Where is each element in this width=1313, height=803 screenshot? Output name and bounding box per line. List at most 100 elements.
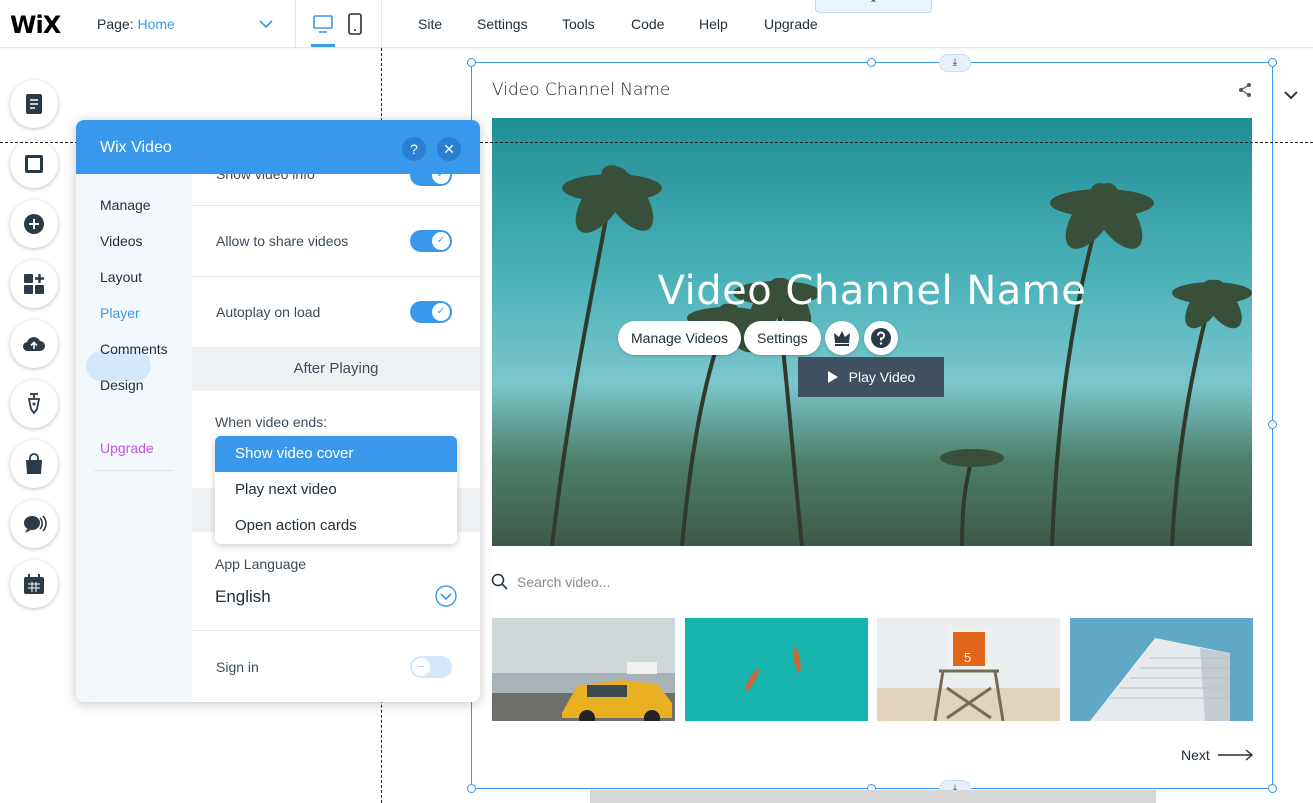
add-apps-button[interactable]: [10, 260, 58, 308]
menu-settings[interactable]: Settings: [477, 16, 528, 32]
share-icon[interactable]: [1237, 82, 1253, 98]
nav-upgrade[interactable]: Upgrade: [100, 440, 154, 456]
desktop-icon[interactable]: [312, 14, 334, 34]
question-icon: [871, 328, 891, 348]
allow-share-toggle[interactable]: ✓: [410, 230, 452, 252]
option-play-next-video[interactable]: Play next video: [215, 472, 457, 508]
nav-layout[interactable]: Layout: [100, 269, 142, 285]
play-video-label: Play Video: [848, 369, 916, 385]
check-icon: ✓: [432, 174, 450, 184]
resize-handle[interactable]: [867, 58, 876, 67]
sign-in-toggle[interactable]: –: [410, 656, 452, 678]
after-playing-section: After Playing: [192, 347, 480, 391]
allow-share-label: Allow to share videos: [216, 233, 349, 249]
manage-videos-button[interactable]: Manage Videos: [618, 321, 742, 355]
menu-site[interactable]: Site: [418, 16, 442, 32]
divider: [295, 0, 296, 48]
autoplay-label: Autoplay on load: [216, 304, 321, 320]
background-button[interactable]: [10, 140, 58, 188]
upgrade-crown-button[interactable]: [825, 321, 859, 355]
resize-handle[interactable]: [467, 58, 476, 67]
tower-number: 5: [964, 650, 972, 665]
collapse-topbar-button[interactable]: ⌃: [815, 0, 932, 13]
bookings-icon: [24, 574, 44, 594]
check-icon: ✓: [432, 303, 450, 321]
panel-close-button[interactable]: ✕: [437, 137, 461, 161]
chevron-down-icon[interactable]: [434, 584, 458, 608]
video-thumbnail-taxi[interactable]: [492, 618, 675, 721]
play-video-button[interactable]: Play Video: [798, 357, 944, 397]
resize-handle[interactable]: [1268, 58, 1277, 67]
wix-video-settings-panel: Wix Video ? ✕ Manage Videos Layout Playe…: [76, 120, 480, 702]
store-button[interactable]: [10, 440, 58, 488]
help-button[interactable]: [864, 321, 898, 355]
search-video-input[interactable]: [517, 572, 817, 592]
video-thumbnail-kayaks[interactable]: [685, 618, 868, 721]
divider: [381, 0, 382, 48]
when-video-ends-label: When video ends:: [215, 414, 328, 430]
option-show-video-cover[interactable]: Show video cover: [215, 436, 457, 472]
page-value: Home: [137, 16, 175, 32]
chat-button[interactable]: [10, 500, 58, 548]
pages-icon: [26, 94, 42, 114]
menu-help[interactable]: Help: [699, 16, 728, 32]
menu-upgrade[interactable]: Upgrade: [764, 16, 818, 32]
resize-handle[interactable]: [1268, 420, 1277, 429]
add-button[interactable]: [10, 200, 58, 248]
chevron-down-icon[interactable]: [1282, 88, 1300, 102]
lifeguard-tower-image: [877, 618, 1060, 721]
store-icon: [26, 453, 42, 474]
menu-code[interactable]: Code: [631, 16, 664, 32]
panel-title: Wix Video: [100, 139, 172, 156]
nav-comments[interactable]: Comments: [100, 341, 168, 357]
add-icon: [24, 214, 44, 234]
upload-button[interactable]: [10, 320, 58, 368]
app-language-select[interactable]: English: [215, 587, 271, 607]
mobile-icon[interactable]: [347, 13, 363, 35]
search-icon: [491, 573, 508, 590]
page-selector[interactable]: Page: Home: [97, 16, 175, 32]
video-end-dropdown[interactable]: Show video cover Play next video Open ac…: [215, 436, 457, 544]
show-video-info-toggle[interactable]: ✓: [410, 174, 452, 186]
next-section-preview: [590, 790, 1156, 803]
top-bar: WiX Page: Home Site Settings Tools Code …: [0, 0, 1313, 48]
panel-help-button[interactable]: ?: [402, 137, 426, 161]
nav-manage[interactable]: Manage: [100, 197, 151, 213]
bookings-button[interactable]: [10, 560, 58, 608]
panel-header: Wix Video ? ✕: [76, 120, 480, 174]
kayaks-image: [685, 618, 868, 721]
resize-handle[interactable]: [1268, 784, 1277, 793]
building-image: [1070, 618, 1253, 721]
chat-icon: [24, 515, 47, 533]
app-language-label: App Language: [215, 556, 307, 572]
nav-videos[interactable]: Videos: [100, 233, 143, 249]
autoplay-toggle[interactable]: ✓: [410, 301, 452, 323]
play-icon: [827, 371, 838, 383]
background-icon: [25, 155, 43, 173]
next-page-link[interactable]: Next: [1181, 747, 1210, 763]
row-divider: [192, 630, 480, 631]
hero-title: Video Channel Name: [657, 268, 1087, 314]
taxi-image: [492, 618, 675, 721]
option-open-action-cards[interactable]: Open action cards: [215, 508, 457, 544]
row-divider: [192, 276, 480, 277]
blog-button[interactable]: [10, 380, 58, 428]
check-icon: ✓: [432, 232, 450, 250]
video-thumbnail-building[interactable]: [1070, 618, 1253, 721]
anchor-top-button[interactable]: ⤓: [939, 54, 971, 72]
show-video-info-label: Show video info: [216, 174, 315, 182]
settings-button[interactable]: Settings: [744, 321, 821, 355]
desktop-active-indicator: [311, 44, 335, 47]
pages-button[interactable]: [10, 80, 58, 128]
chevron-down-icon[interactable]: [258, 16, 274, 32]
nav-design[interactable]: Design: [100, 377, 144, 393]
upload-icon: [22, 337, 45, 352]
hero-video-cover[interactable]: Video Channel Name Manage Videos Setting…: [492, 118, 1252, 546]
nav-player[interactable]: Player: [100, 305, 140, 321]
channel-title: Video Channel Name: [492, 80, 671, 100]
wix-logo[interactable]: WiX: [10, 11, 61, 39]
menu-tools[interactable]: Tools: [562, 16, 595, 32]
arrow-right-icon[interactable]: [1218, 749, 1254, 761]
video-thumbnail-lifeguard-tower[interactable]: 5: [877, 618, 1060, 721]
resize-handle[interactable]: [467, 784, 476, 793]
